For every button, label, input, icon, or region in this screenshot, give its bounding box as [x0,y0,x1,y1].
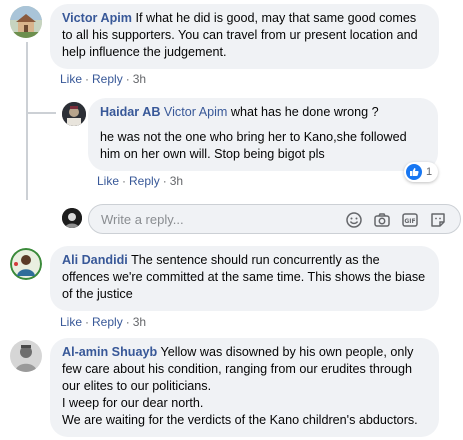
avatar-haidar-ab[interactable] [62,102,86,126]
timestamp[interactable]: 3h [170,174,183,188]
like-link[interactable]: Like [60,72,82,86]
comment-actions: Like · Reply · 3h [60,315,146,329]
comment-author[interactable]: Ali Dandidi [62,253,128,267]
thread-connector [26,42,28,200]
thread-connector-branch [26,112,56,114]
smile-icon[interactable] [345,211,363,229]
reply-author[interactable]: Haidar AB [100,105,160,119]
separator: · [122,174,127,188]
timestamp[interactable]: 3h [133,72,146,86]
timestamp[interactable]: 3h [133,315,146,329]
comment-bubble: Victor Apim If what he did is good, may … [50,4,439,69]
reply-text: what has he done wrong ? [230,105,379,119]
camera-icon[interactable] [373,211,391,229]
current-user-avatar [62,208,82,228]
reply-link[interactable]: Reply [129,174,160,188]
reply-link[interactable]: Reply [92,315,123,329]
sticker-icon[interactable] [429,211,447,229]
svg-text:GIF: GIF [404,218,415,225]
like-link[interactable]: Like [97,174,119,188]
comment-author[interactable]: Victor Apim [62,11,132,25]
separator: · [85,315,90,329]
like-reaction-icon [406,164,422,180]
separator: · [125,72,130,86]
avatar-victor-apim[interactable] [10,6,42,38]
comment-text-line: We are waiting for the verdicts of the K… [62,413,418,427]
comment-author[interactable]: Al-amin Shuayb [62,345,157,359]
reply-actions: Like · Reply · 3h [97,174,183,188]
avatar-ali-dandidi[interactable] [10,248,42,280]
separator: · [162,174,167,188]
comment-actions: Like · Reply · 3h [60,72,146,86]
reply-text-paragraph: he was not the one who bring her to Kano… [100,130,407,161]
reply-input[interactable] [101,212,321,227]
comment-bubble: Al-amin Shuayb Yellow was disowned by hi… [50,338,439,437]
avatar-al-amin-shuayb[interactable] [10,340,42,372]
gif-icon[interactable]: GIF [401,211,419,229]
reply-link[interactable]: Reply [92,72,123,86]
reaction-summary[interactable]: 1 [404,162,439,182]
separator: · [125,315,130,329]
comment-bubble: Ali Dandidi The sentence should run conc… [50,246,439,311]
reply-bubble: Haidar AB Victor Apim what has he done w… [88,98,438,171]
separator: · [85,72,90,86]
like-link[interactable]: Like [60,315,82,329]
reply-composer[interactable]: GIF [88,204,461,234]
comment-text-line: I weep for our dear north. [62,396,204,410]
reaction-count: 1 [426,166,433,178]
reply-mention[interactable]: Victor Apim [164,105,227,119]
